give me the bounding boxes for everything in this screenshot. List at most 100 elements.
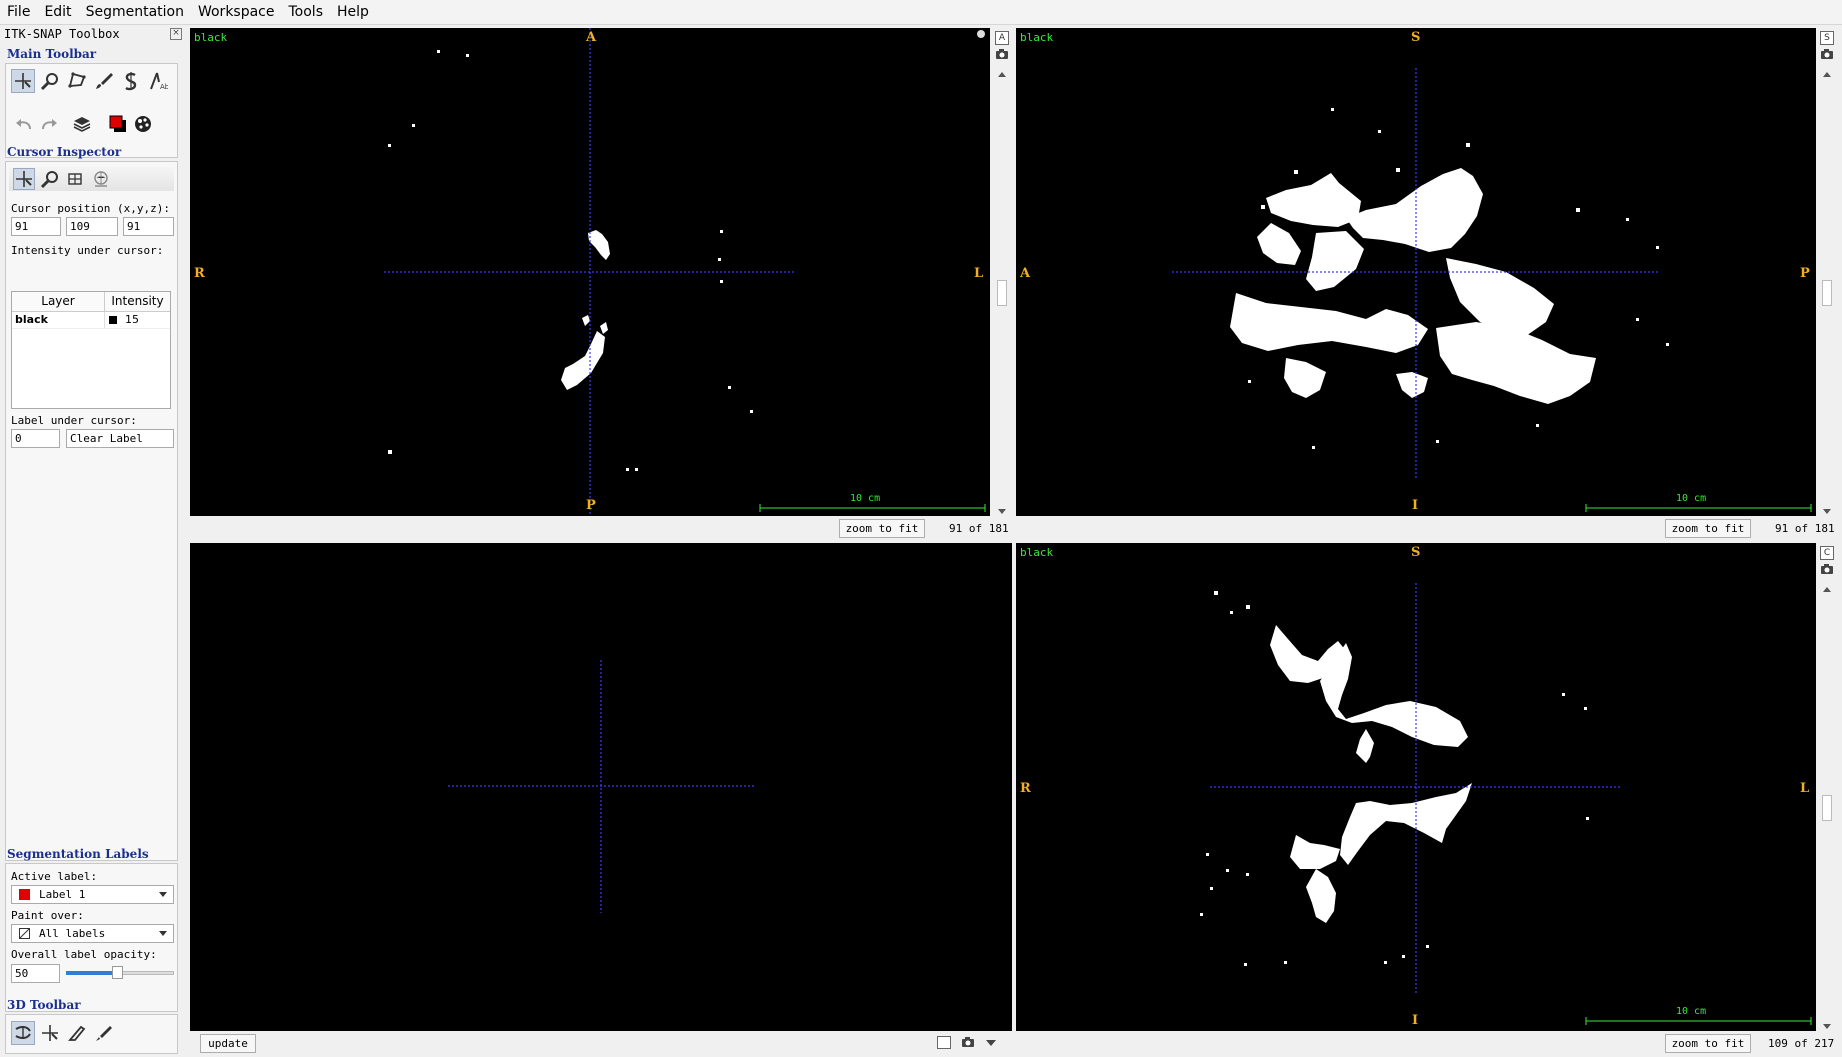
sagittal-orient-left: A	[1020, 266, 1031, 281]
inspector-grid-button[interactable]	[64, 168, 86, 190]
active-label-value: Label 1	[39, 888, 86, 901]
rotate-icon	[15, 1025, 31, 1040]
scroll-down-icon[interactable]	[998, 509, 1006, 514]
snake-tool-button[interactable]	[119, 69, 143, 93]
main-toolbar-title: Main Toolbar	[7, 47, 97, 61]
sagittal-side-toolbar: S	[1818, 28, 1836, 65]
segmentation-blobs	[1230, 108, 1669, 449]
menu-file[interactable]: File	[0, 0, 37, 24]
active-label-label: Active label:	[11, 870, 98, 883]
3d-view[interactable]	[190, 543, 1012, 1031]
toolbar-3d-title: 3D Toolbar	[7, 998, 81, 1012]
opacity-field[interactable]: 50	[11, 964, 60, 983]
label-name-field[interactable]: Clear Label	[66, 429, 174, 448]
inspector-zoom-button[interactable]	[39, 168, 61, 190]
sagittal-scale-bar	[1585, 504, 1812, 512]
view-options-icon[interactable]	[977, 30, 985, 38]
toolbox-title: ITK-SNAP Toolbox	[4, 27, 120, 41]
toolbar-3d	[5, 1014, 178, 1054]
scroll-down-icon[interactable]	[1823, 1024, 1831, 1029]
scroll-thumb[interactable]	[1822, 795, 1832, 821]
palette-button[interactable]	[131, 112, 155, 136]
annotation-tool-button[interactable]: Ab	[146, 69, 170, 93]
axial-zoom-to-fit-button[interactable]: zoom to fit	[839, 519, 925, 538]
scalpel-3d-button[interactable]	[65, 1021, 89, 1045]
scroll-thumb[interactable]	[997, 280, 1007, 306]
spray-3d-button[interactable]	[92, 1021, 116, 1045]
opacity-slider-handle[interactable]	[112, 966, 123, 979]
chevron-down-icon	[159, 892, 167, 897]
toolbox-panel: ITK-SNAP Toolbox × Main Toolbar Ab Curso…	[0, 25, 183, 1057]
layout-toggle-icon[interactable]: C	[1820, 546, 1834, 560]
cursor-x-field[interactable]: 91	[11, 217, 61, 236]
scroll-thumb[interactable]	[1822, 280, 1832, 306]
scroll-up-icon[interactable]	[1823, 587, 1831, 592]
axial-slice-scrollbar[interactable]	[995, 68, 1009, 518]
menu-tools[interactable]: Tools	[282, 0, 331, 24]
redo-button[interactable]	[38, 112, 62, 136]
sagittal-zoom-to-fit-button[interactable]: zoom to fit	[1665, 519, 1751, 538]
crosshair-tool-button[interactable]	[11, 69, 35, 93]
scroll-down-icon[interactable]	[1823, 509, 1831, 514]
zoom-tool-button[interactable]	[38, 69, 62, 93]
layout-toggle-icon[interactable]: A	[995, 31, 1009, 45]
chevron-down-icon[interactable]	[986, 1040, 996, 1046]
camera-icon	[962, 1037, 974, 1047]
active-label-dropdown[interactable]: Label 1	[11, 885, 174, 904]
camera-icon[interactable]	[1820, 563, 1834, 577]
axial-view[interactable]: black A P R L 10 cm	[190, 28, 990, 516]
undo-button[interactable]	[11, 112, 35, 136]
3d-camera-button[interactable]	[961, 1036, 975, 1052]
camera-icon[interactable]	[1820, 48, 1834, 62]
menu-segmentation[interactable]: Segmentation	[79, 0, 191, 24]
scroll-up-icon[interactable]	[1823, 72, 1831, 77]
3d-render	[448, 660, 754, 913]
label-color-swatch	[19, 889, 30, 900]
paint-over-dropdown[interactable]: All labels	[11, 924, 174, 943]
sagittal-slice-scrollbar[interactable]	[1820, 68, 1834, 518]
cursor-y-field[interactable]: 109	[66, 217, 118, 236]
label-color-button[interactable]	[106, 112, 130, 136]
menu-workspace[interactable]: Workspace	[191, 0, 282, 24]
3d-update-button[interactable]: update	[200, 1034, 256, 1053]
snake-icon	[125, 72, 137, 91]
inspector-brain-button[interactable]	[90, 168, 112, 190]
svg-text:Ab: Ab	[160, 83, 168, 91]
menu-edit[interactable]: Edit	[37, 0, 78, 24]
toolbox-close-button[interactable]: ×	[170, 28, 182, 40]
sagittal-scale-label: 10 cm	[1676, 493, 1707, 504]
zoom-icon	[40, 73, 58, 91]
scroll-up-icon[interactable]	[998, 72, 1006, 77]
cursor-position-label: Cursor position (x,y,z):	[11, 202, 170, 215]
axial-scale-label: 10 cm	[850, 493, 881, 504]
axial-orient-bottom: P	[586, 498, 596, 513]
rotate-3d-button[interactable]	[11, 1021, 35, 1045]
cursor-inspector-panel: Cursor position (x,y,z): 91 109 91 Inten…	[5, 161, 178, 861]
opacity-label: Overall label opacity:	[11, 948, 157, 961]
camera-icon[interactable]	[995, 48, 1009, 62]
axial-side-toolbar: A	[993, 28, 1011, 65]
label-color-icon	[109, 115, 126, 132]
paint-over-label: Paint over:	[11, 909, 84, 922]
cursor-z-field[interactable]: 91	[123, 217, 174, 236]
3d-layout-icon[interactable]	[937, 1036, 951, 1049]
coronal-slice-scrollbar[interactable]	[1820, 583, 1834, 1033]
layers-button[interactable]	[70, 112, 94, 136]
paintbrush-tool-button[interactable]	[92, 69, 116, 93]
main-toolbar: Ab	[5, 63, 178, 158]
table-header-intensity: Intensity	[105, 292, 170, 312]
crosshair-3d-button[interactable]	[38, 1021, 62, 1045]
menu-help[interactable]: Help	[330, 0, 376, 24]
intensity-swatch	[109, 316, 117, 324]
label-id-field[interactable]: 0	[11, 429, 60, 448]
polygon-tool-button[interactable]	[65, 69, 89, 93]
coronal-orient-top: S	[1411, 545, 1421, 560]
sagittal-view[interactable]: black S I A P 10 cm	[1016, 28, 1816, 516]
paint-over-value: All labels	[39, 927, 106, 940]
sagittal-orient-right: P	[1800, 266, 1810, 281]
segmentation-labels-title: Segmentation Labels	[7, 847, 149, 861]
coronal-view[interactable]: black S I R L 10 cm	[1016, 543, 1816, 1031]
inspector-crosshair-button[interactable]	[13, 168, 35, 190]
coronal-zoom-to-fit-button[interactable]: zoom to fit	[1665, 1034, 1751, 1053]
layout-toggle-icon[interactable]: S	[1820, 31, 1834, 45]
